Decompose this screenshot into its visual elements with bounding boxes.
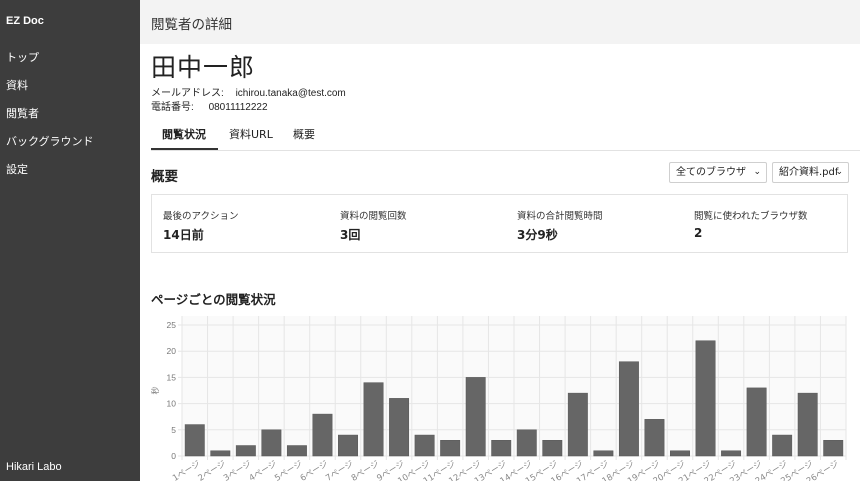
chart-bar — [618, 361, 639, 457]
page-title: 閲覧者の詳細 — [151, 17, 232, 33]
chart-bar — [797, 392, 818, 457]
y-tick-label: 0 — [171, 451, 176, 461]
browser-select-value: 全てのブラウザ — [676, 167, 746, 178]
stat-value: 3回 — [340, 228, 361, 242]
overview-title: 概要 — [151, 169, 178, 185]
stat-value: 14日前 — [163, 228, 204, 242]
tab-document-url[interactable]: 資料URL — [218, 124, 284, 150]
chart-bar — [823, 440, 844, 457]
sidebar-item-background[interactable]: バックグラウンド — [6, 133, 94, 161]
email-label: メールアドレス: — [151, 88, 224, 99]
chart-bar — [389, 398, 410, 457]
chart-bar — [338, 434, 358, 457]
chart-bar — [440, 440, 461, 457]
viewer-phone: 08011112222 — [208, 102, 268, 113]
chart-bar — [414, 434, 435, 457]
sidebar-footer: Hikari Labo — [6, 461, 62, 473]
chart-bar — [593, 450, 614, 457]
chevron-down-icon: ⌄ — [835, 167, 843, 177]
tab-bar: 閲覧状況 資料URL 概要 — [151, 124, 860, 151]
stat-last-action: 最後のアクション 14日前 — [163, 208, 239, 243]
y-tick-label: 20 — [167, 346, 177, 356]
chart-bar — [516, 429, 537, 457]
stat-total-time: 資料の合計閲覧時間 3分9秒 — [517, 208, 603, 243]
chevron-down-icon: ⌄ — [753, 167, 761, 177]
stat-browser-count: 閲覧に使われたブラウザ数 2 — [694, 208, 808, 240]
chart-bar — [772, 434, 793, 457]
chart-bar — [363, 382, 384, 457]
sidebar-nav: トップ 資料 閲覧者 バックグラウンド 設定 — [6, 49, 94, 189]
y-tick-label: 15 — [167, 372, 177, 382]
stat-label: 資料の閲覧回数 — [340, 211, 407, 222]
tab-summary[interactable]: 概要 — [282, 124, 326, 150]
sidebar-item-viewers[interactable]: 閲覧者 — [6, 105, 94, 133]
chart-bar — [567, 392, 588, 457]
chart-bar — [184, 424, 205, 457]
document-select[interactable]: 紹介資料.pdf ⌄ — [772, 162, 849, 183]
chart-bar — [644, 419, 665, 457]
chart-title: ページごとの閲覧状況 — [151, 292, 276, 307]
chart-bar — [695, 340, 716, 457]
document-select-value: 紹介資料.pdf — [779, 167, 839, 178]
y-tick-label: 25 — [167, 320, 177, 330]
sidebar-item-settings[interactable]: 設定 — [6, 161, 94, 189]
chart-bar — [286, 445, 307, 457]
brand-logo[interactable]: EZ Doc — [6, 15, 44, 27]
stat-label: 閲覧に使われたブラウザ数 — [694, 211, 808, 222]
chart-bar — [235, 445, 256, 457]
chart-bar — [261, 429, 282, 457]
chart-bar — [670, 450, 690, 457]
stat-value: 2 — [694, 226, 703, 240]
sidebar-item-documents[interactable]: 資料 — [6, 77, 94, 105]
sidebar: EZ Doc トップ 資料 閲覧者 バックグラウンド 設定 Hikari Lab… — [0, 0, 140, 481]
page-header: 閲覧者の詳細 — [140, 0, 860, 44]
browser-select[interactable]: 全てのブラウザ ⌄ — [669, 162, 767, 183]
viewer-phone-row: 電話番号: 08011112222 — [151, 98, 268, 113]
chart-bar — [721, 450, 742, 457]
viewer-email-row: メールアドレス: ichirou.tanaka@test.com — [151, 84, 346, 99]
y-tick-label: 5 — [171, 425, 176, 435]
chart-bar — [491, 440, 512, 457]
phone-label: 電話番号: — [151, 102, 194, 113]
sidebar-item-top[interactable]: トップ — [6, 49, 94, 77]
chart-bar — [210, 450, 231, 457]
y-tick-label: 10 — [167, 399, 177, 409]
overview-stats-card: 最後のアクション 14日前 資料の閲覧回数 3回 資料の合計閲覧時間 3分9秒 … — [151, 194, 848, 253]
chart-bar — [312, 413, 333, 457]
viewer-name: 田中一郎 — [151, 53, 256, 82]
page-view-chart: 0510152025秒1ページ2ページ3ページ4ページ5ページ6ページ7ページ8… — [150, 316, 847, 481]
y-axis-label: 秒 — [150, 387, 160, 395]
stat-label: 資料の合計閲覧時間 — [517, 211, 603, 222]
main-content: 閲覧者の詳細 田中一郎 メールアドレス: ichirou.tanaka@test… — [140, 0, 860, 481]
stat-label: 最後のアクション — [163, 211, 239, 222]
stat-value: 3分9秒 — [517, 228, 558, 242]
chart-bar — [542, 440, 563, 457]
stat-view-count: 資料の閲覧回数 3回 — [340, 208, 407, 243]
tab-viewing-status[interactable]: 閲覧状況 — [151, 124, 218, 150]
chart-bar — [746, 387, 767, 457]
chart-bar — [465, 377, 486, 457]
